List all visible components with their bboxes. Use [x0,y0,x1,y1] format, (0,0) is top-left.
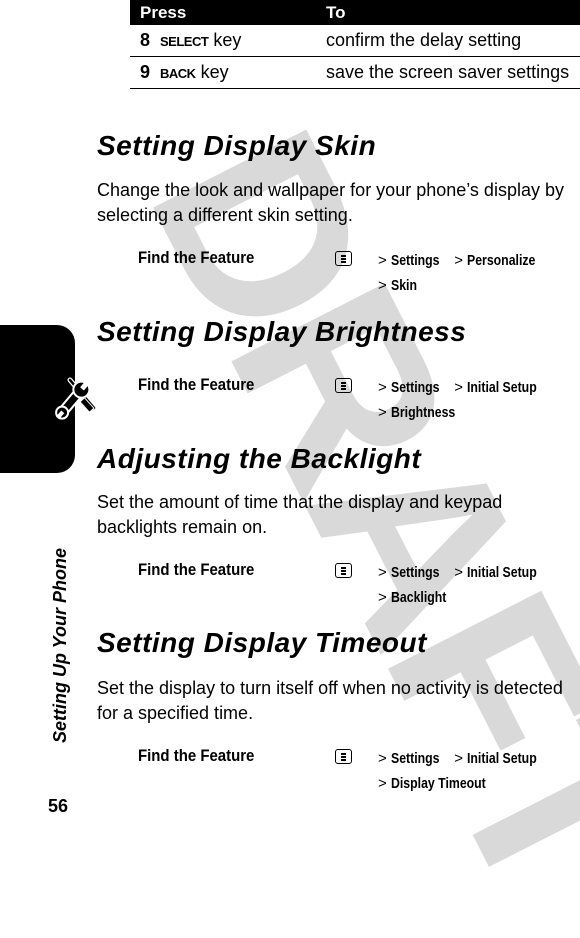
menu-item: Display Timeout [390,775,486,792]
menu-key-icon [335,563,352,578]
step-action: save the screen saver settings [326,62,570,82]
menu-item: Settings [390,750,440,767]
menu-item: Personalize [467,252,536,269]
section-body-backlight: Set the amount of time that the display … [97,492,503,537]
menu-key-icon [335,251,352,266]
menu-item: Initial Setup [467,750,537,767]
find-feature-label: Find the Feature [138,375,255,394]
section-heading-display-brightness: Setting Display Brightness [97,316,467,347]
find-feature-label: Find the Feature [138,248,255,267]
key-name: BACK [160,66,196,81]
section-body-display-timeout: Set the display to turn itself off when … [97,678,563,723]
press-to-table: Press To 8 SELECT key confirm the delay … [130,0,580,89]
menu-item: Backlight [390,589,447,606]
menu-key-icon [335,378,352,393]
menu-path: > Settings > Initial Setup > Display Tim… [378,746,552,796]
menu-path: > Settings > Initial Setup > Backlight [378,560,552,610]
find-feature-backlight: Find the Feature > Settings > Initial Se… [138,560,578,610]
column-header-to: To [326,2,346,22]
section-heading-display-skin: Setting Display Skin [97,130,377,161]
find-feature-display-skin: Find the Feature > Settings > Personaliz… [138,248,578,298]
column-header-press: Press [140,2,187,22]
menu-item: Skin [390,277,417,294]
menu-path: > Settings > Initial Setup > Brightness [378,375,552,425]
section-heading-backlight: Adjusting the Backlight [97,443,422,474]
menu-key-icon [335,749,352,764]
find-feature-label: Find the Feature [138,746,255,765]
step-action: confirm the delay setting [326,30,522,50]
step-number: 9 [140,62,151,82]
menu-item: Initial Setup [467,564,537,581]
find-feature-label: Find the Feature [138,560,255,579]
menu-path: > Settings > Personalize > Skin [378,248,551,298]
section-body-display-skin: Change the look and wallpaper for your p… [97,180,564,225]
section-heading-display-timeout: Setting Display Timeout [97,627,427,658]
step-number: 8 [140,30,151,50]
menu-item: Initial Setup [467,379,537,396]
find-feature-display-brightness: Find the Feature > Settings > Initial Se… [138,375,578,425]
menu-item: Settings [390,564,440,581]
find-feature-display-timeout: Find the Feature > Settings > Initial Se… [138,746,578,796]
key-name: SELECT [160,34,209,49]
table-row: 9 BACK key save the screen saver setting… [130,57,580,89]
tools-icon [55,377,97,420]
table-row: 8 SELECT key confirm the delay setting [130,25,580,57]
key-suffix: key [200,62,229,82]
page-number: 56 [48,796,69,816]
menu-item: Settings [390,252,440,269]
menu-item: Settings [390,379,440,396]
key-suffix: key [213,30,242,50]
menu-item: Brightness [390,404,456,421]
chapter-title: Setting Up Your Phone [50,547,70,743]
table-header: Press To [130,0,580,25]
